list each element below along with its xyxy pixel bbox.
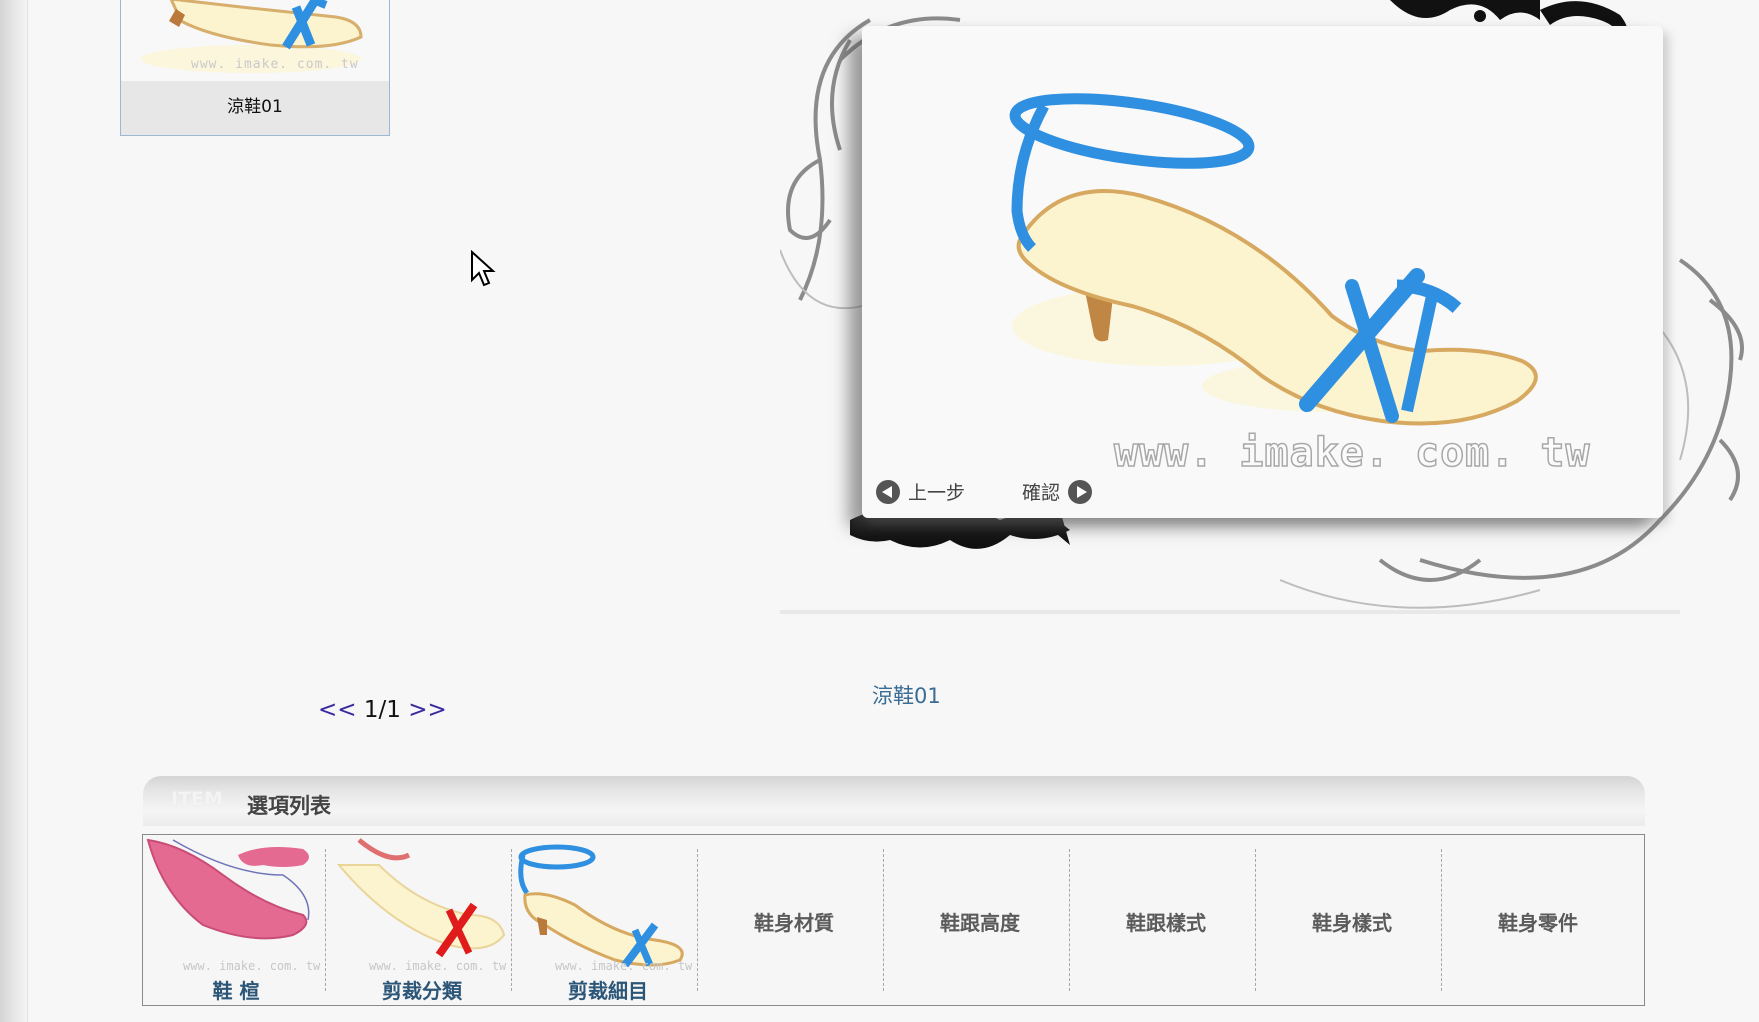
mouse-cursor-icon: [471, 250, 496, 287]
option-cut-category[interactable]: www. imake. com. tw 剪裁分類: [329, 835, 515, 1003]
options-list-header: ITEM 選項列表: [143, 776, 1645, 826]
option-divider: [1441, 849, 1442, 991]
product-thumbnail-card[interactable]: www. imake. com. tw 涼鞋01: [120, 0, 390, 136]
option-heel-style-label: 鞋跟樣式: [1126, 911, 1206, 935]
option-cut-category-image: www. imake. com. tw: [336, 838, 507, 973]
option-divider: [1069, 849, 1070, 991]
option-last-label: 鞋 楦: [212, 979, 260, 1003]
arrow-right-circle-icon: [1068, 479, 1093, 504]
options-header-title: 選項列表: [247, 794, 331, 818]
confirm-button[interactable]: 確認: [1022, 478, 1093, 505]
svg-text:www. imake. com. tw: www. imake. com. tw: [555, 959, 693, 973]
option-divider: [697, 849, 698, 991]
preview-caption: 涼鞋01: [872, 684, 941, 708]
pagination: << 1/1 >>: [318, 697, 447, 723]
option-divider: [1255, 849, 1256, 991]
option-heel-style[interactable]: 鞋跟樣式: [1073, 835, 1259, 1003]
thumbnail-image: www. imake. com. tw: [121, 0, 389, 81]
option-cut-detail-image: www. imake. com. tw: [518, 844, 693, 973]
option-body-material[interactable]: 鞋身材質: [701, 835, 887, 1003]
options-list-panel: www. imake. com. tw 鞋 楦 www. imake. com.…: [142, 834, 1645, 1006]
pager-prev-link[interactable]: <<: [318, 697, 357, 723]
option-body-style[interactable]: 鞋身樣式: [1259, 835, 1445, 1003]
option-cut-detail[interactable]: www. imake. com. tw 剪裁細目: [515, 835, 701, 1003]
option-cut-category-label: 剪裁分類: [382, 979, 462, 1003]
option-cut-detail-label: 剪裁細目: [568, 979, 648, 1003]
pager-page-indicator: 1/1: [363, 697, 401, 723]
option-body-parts[interactable]: 鞋身零件: [1445, 835, 1631, 1003]
option-divider: [325, 849, 326, 991]
option-last-image: www. imake. com. tw: [146, 838, 321, 973]
svg-text:www. imake. com. tw: www. imake. com. tw: [183, 959, 321, 973]
option-divider: [883, 849, 884, 991]
previous-step-button[interactable]: 上一步: [876, 478, 965, 505]
option-heel-height[interactable]: 鞋跟高度: [887, 835, 1073, 1003]
options-header-tag: ITEM: [171, 788, 223, 810]
option-divider: [511, 849, 512, 991]
pager-next-link[interactable]: >>: [408, 697, 447, 723]
thumbnail-watermark: www. imake. com. tw: [191, 57, 359, 72]
option-body-style-label: 鞋身樣式: [1312, 911, 1392, 935]
confirm-label: 確認: [1022, 482, 1061, 504]
previous-step-label: 上一步: [908, 482, 966, 504]
shoe-preview-panel: www. imake. com. tw 上一步 確認: [862, 26, 1663, 518]
thumbnail-label: 涼鞋01: [121, 81, 389, 135]
option-last[interactable]: www. imake. com. tw 鞋 楦: [143, 835, 329, 1003]
svg-text:www. imake. com. tw: www. imake. com. tw: [369, 959, 507, 973]
option-heel-height-label: 鞋跟高度: [940, 911, 1020, 935]
preview-watermark: www. imake. com. tw: [1113, 429, 1591, 477]
option-body-parts-label: 鞋身零件: [1498, 911, 1578, 935]
arrow-left-circle-icon: [876, 479, 900, 504]
option-body-material-label: 鞋身材質: [754, 911, 834, 935]
left-scroll-strip: [0, 0, 28, 1022]
